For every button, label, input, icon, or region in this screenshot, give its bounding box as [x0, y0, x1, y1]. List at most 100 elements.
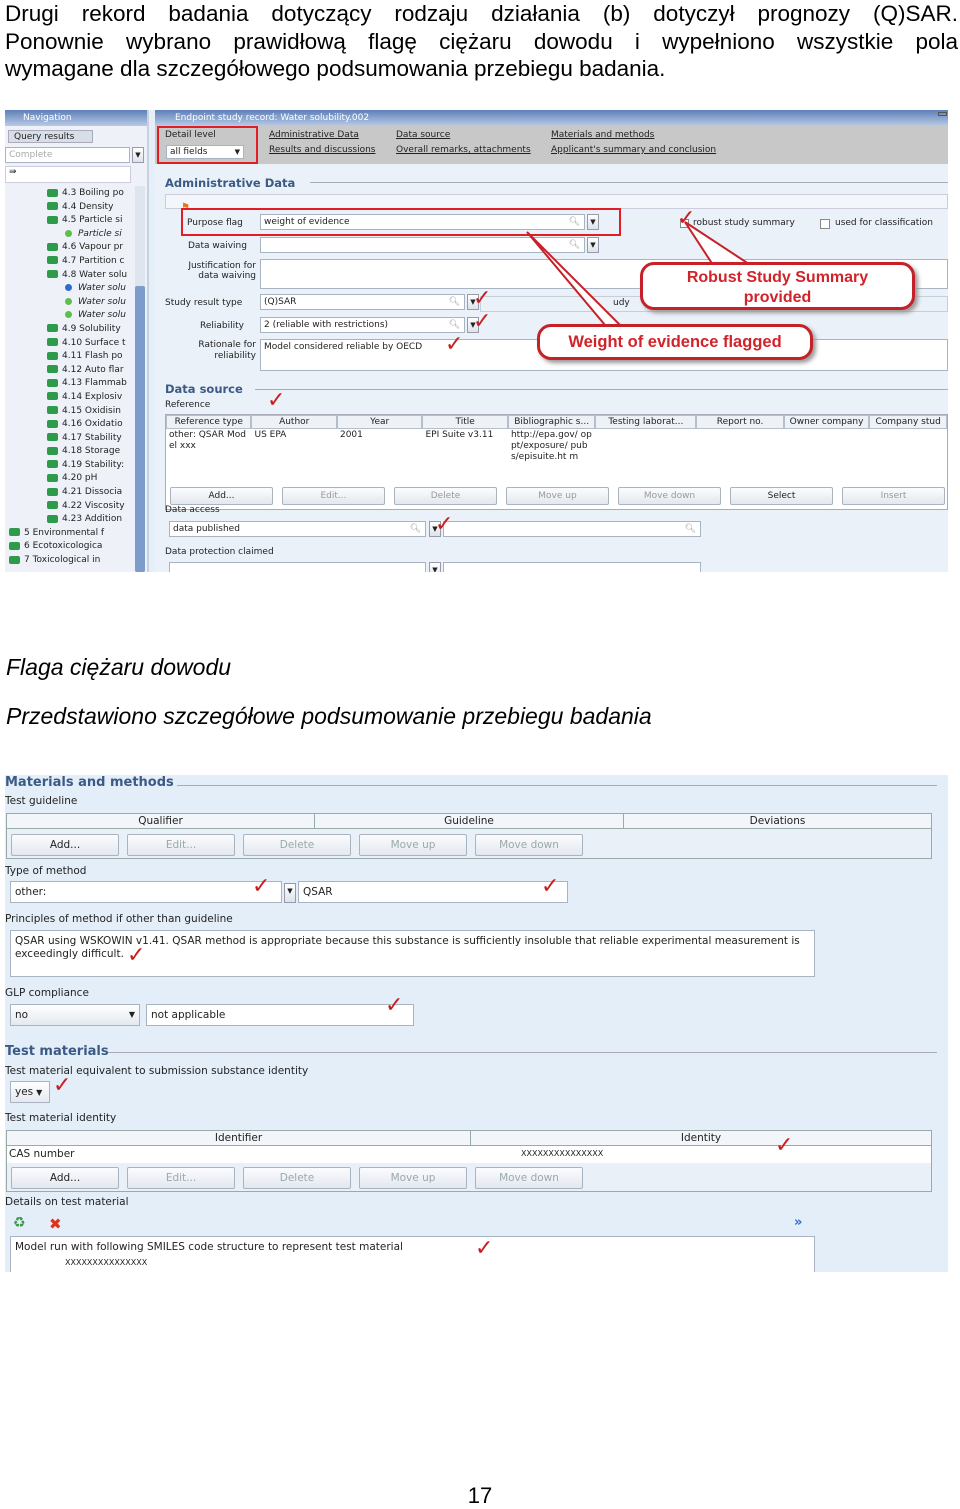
tree-item[interactable]: Water solu [5, 282, 133, 296]
tree-item[interactable]: 4.3 Boiling po [5, 187, 133, 201]
edit-button[interactable]: Edit... [127, 1167, 235, 1189]
tree-item[interactable]: 4.14 Explosiv [5, 391, 133, 405]
callout-line: provided [743, 289, 812, 306]
chevron-down-icon[interactable]: ▼ [132, 147, 144, 163]
delete-button[interactable]: Delete [243, 1167, 351, 1189]
glp-compliance-select[interactable]: no ▼ [10, 1004, 140, 1026]
column-identifier[interactable]: Identifier [7, 1131, 471, 1145]
add-button[interactable]: Add... [11, 1167, 119, 1189]
tree-item-label: 5 Environmental f [24, 527, 105, 538]
record-panel: Endpoint study record: Water solubility.… [155, 110, 948, 572]
tab-query-results[interactable]: Query results [8, 130, 93, 143]
folder-icon [47, 351, 58, 360]
tree-item-label: 4.10 Surface t [62, 337, 126, 348]
tree-item[interactable]: 4.5 Particle si [5, 214, 133, 228]
tree-item[interactable]: 4.9 Solubility [5, 323, 133, 337]
record-icon [65, 284, 72, 292]
folder-icon [9, 555, 20, 564]
callout-line: Robust Study Summary [686, 269, 869, 286]
details-field[interactable]: Model run with following SMILES code str… [10, 1236, 815, 1272]
move-down-button[interactable]: Move down [475, 1167, 583, 1189]
tree-item[interactable]: 4.13 Flammab [5, 377, 133, 391]
folder-icon [47, 256, 58, 265]
checkmark-icon: ✓ [445, 332, 464, 357]
close-icon[interactable]: ✖ [49, 1215, 62, 1233]
tree-item[interactable]: 4.8 Water solu [5, 269, 133, 283]
tree-item[interactable]: 4.19 Stability: [5, 459, 133, 473]
identifier-cell: CAS number [9, 1148, 75, 1160]
tree-item[interactable]: 4.11 Flash po [5, 350, 133, 364]
caption-study-summary: Przedstawiono szczegółowe podsumowanie p… [6, 703, 652, 729]
type-of-method-dropdown[interactable]: ▼ [284, 883, 296, 903]
equivalent-select[interactable]: yes ▼ [10, 1081, 50, 1103]
glp-remark-field[interactable]: not applicable [146, 1004, 414, 1026]
intro-line: wymagane dla szczegółowego podsumowania … [5, 56, 666, 81]
tree-item[interactable]: 4.18 Storage [5, 445, 133, 459]
move-up-button[interactable]: Move up [359, 834, 467, 856]
folder-icon [47, 365, 58, 374]
tree-item[interactable]: Water solu [5, 309, 133, 323]
column-identity[interactable]: Identity [471, 1131, 931, 1145]
move-down-button[interactable]: Move down [475, 834, 583, 856]
intro-line: Ponownie wybrano prawidłową flagę ciężar… [5, 28, 958, 54]
tree-item[interactable]: 4.20 pH [5, 472, 133, 486]
checkmark-icon: ✓ [473, 286, 492, 311]
tree-item[interactable]: 6 Ecotoxicologica [5, 540, 133, 554]
tree-item[interactable]: 4.15 Oxidisin [5, 405, 133, 419]
tree-item[interactable]: 4.22 Viscosity [5, 500, 133, 514]
type-of-method-other-field[interactable]: QSAR [298, 881, 568, 903]
folder-icon [47, 242, 58, 251]
column-guideline[interactable]: Guideline [315, 814, 624, 828]
glp-compliance-label: GLP compliance [5, 987, 89, 999]
tree-item[interactable]: 4.7 Partition c [5, 255, 133, 269]
guideline-table-header: Qualifier Guideline Deviations [7, 814, 931, 829]
tree-item[interactable]: 4.16 Oxidatio [5, 418, 133, 432]
folder-icon [9, 528, 20, 537]
add-button[interactable]: Add... [11, 834, 119, 856]
filter-icon[interactable]: ⇛ [5, 166, 131, 183]
tree-item-label: 4.9 Solubility [62, 323, 121, 334]
tree-item-label: 4.6 Vapour pr [62, 242, 124, 253]
tree-item[interactable]: 4.23 Addition [5, 513, 133, 527]
navigation-search-input[interactable]: Complete [5, 147, 130, 163]
checkmark-icon: ✓ [775, 1133, 794, 1158]
caption-weight-of-evidence: Flaga ciężaru dowodu [6, 654, 232, 680]
tree-item[interactable]: 4.10 Surface t [5, 337, 133, 351]
checkmark-icon: ✓ [473, 309, 492, 334]
tree-item[interactable]: Water solu [5, 296, 133, 310]
identity-cell: XXXXXXXXXXXXXXX [521, 1149, 604, 1158]
column-deviations[interactable]: Deviations [624, 814, 931, 828]
tree-item[interactable]: 4.6 Vapour pr [5, 241, 133, 255]
expand-icon[interactable]: » [794, 1215, 802, 1230]
move-up-button[interactable]: Move up [359, 1167, 467, 1189]
column-qualifier[interactable]: Qualifier [7, 814, 315, 828]
checkmark-icon: ✓ [127, 943, 146, 968]
scrollbar-thumb[interactable] [135, 286, 145, 572]
tree-item-label: Water solu [78, 296, 126, 307]
checkmark-icon: ✓ [53, 1073, 72, 1098]
type-of-method-field[interactable]: other: [10, 881, 282, 903]
tree-item-label: 4.22 Viscosity [62, 500, 125, 511]
checkmark-icon: ✓ [385, 993, 404, 1018]
tree-item[interactable]: Particle si [5, 228, 133, 242]
section-test-materials: Test materials [5, 1044, 109, 1059]
tree-item[interactable]: 4.12 Auto flar [5, 364, 133, 378]
checkmark-icon: ✓ [252, 874, 271, 899]
delete-button[interactable]: Delete [243, 834, 351, 856]
folder-icon [47, 188, 58, 197]
tree-item-label: 4.20 pH [62, 473, 98, 484]
navigation-titlebar: Navigation [5, 110, 147, 126]
tree-scrollbar[interactable] [135, 186, 145, 572]
checkmark-icon: ✓ [541, 874, 560, 899]
tree-item-label: 4.19 Stability: [62, 459, 125, 470]
tree-item[interactable]: 7 Toxicological in [5, 554, 133, 568]
refresh-icon[interactable]: ♻ [13, 1215, 26, 1231]
tree-item-label: 4.15 Oxidisin [62, 405, 121, 416]
guideline-table: Qualifier Guideline Deviations Add... Edi… [6, 813, 932, 859]
tree-item[interactable]: 4.17 Stability [5, 432, 133, 446]
tree-item[interactable]: 5 Environmental f [5, 527, 133, 541]
tree-item[interactable]: 4.21 Dissocia [5, 486, 133, 500]
edit-button[interactable]: Edit... [127, 834, 235, 856]
tree-item[interactable]: 4.4 Density [5, 201, 133, 215]
tree-item-label: 4.8 Water solu [62, 269, 128, 280]
